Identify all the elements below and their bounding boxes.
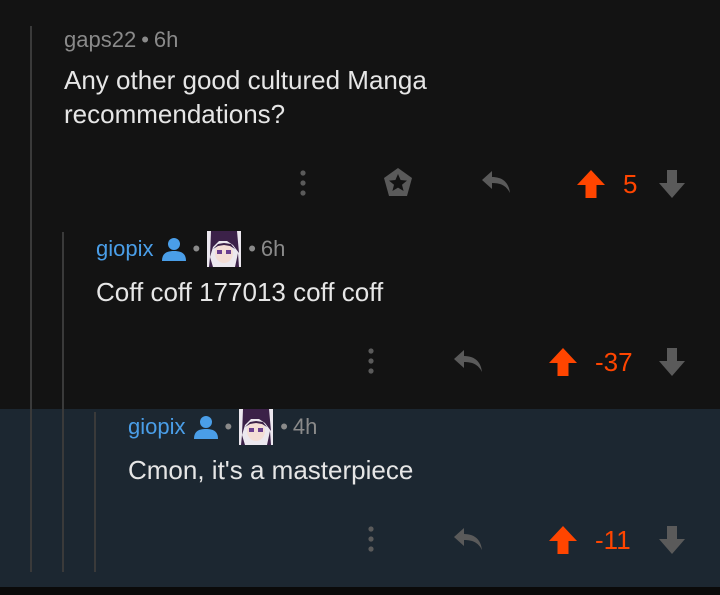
separator-dot: • — [192, 236, 201, 261]
award-icon[interactable] — [381, 166, 415, 200]
separator-dot: • — [280, 414, 288, 439]
separator-dot: • — [141, 27, 149, 52]
comment-body-line: recommendations? — [64, 99, 286, 129]
thread-line-level-1[interactable] — [30, 26, 32, 572]
reply-icon[interactable] — [480, 169, 512, 197]
comment-age: 6h — [153, 27, 179, 52]
username-link[interactable]: giopix — [96, 236, 153, 262]
comment-body: Coff coff 177013 coff coff — [96, 275, 383, 309]
downvote-arrow-icon[interactable] — [658, 525, 686, 555]
upvote-arrow-icon[interactable] — [548, 525, 578, 555]
thread-line-level-3[interactable] — [94, 412, 96, 572]
highlighted-comment-background — [0, 409, 720, 587]
reply-icon[interactable] — [452, 348, 484, 376]
more-vertical-icon[interactable] — [362, 346, 380, 378]
more-vertical-icon[interactable] — [294, 168, 312, 200]
flair-avatar-icon — [239, 409, 274, 445]
comment-body-line: Coff coff 177013 coff coff — [96, 277, 384, 307]
comment-body: Any other good cultured Manga recommenda… — [64, 63, 427, 131]
separator-dot: • — [224, 414, 233, 439]
username-link[interactable]: gaps22 — [64, 27, 136, 53]
comment-age: 6h — [260, 236, 286, 261]
reply-icon[interactable] — [452, 526, 484, 554]
score-label: -11 — [595, 525, 631, 555]
flair-avatar-icon — [207, 231, 242, 267]
upvote-arrow-icon[interactable] — [548, 347, 578, 377]
separator-dot: • — [248, 236, 256, 261]
username-link[interactable]: giopix — [128, 414, 185, 440]
comment-meta: giopix • • 4h — [128, 409, 317, 445]
thread-line-level-2[interactable] — [62, 232, 64, 572]
upvote-arrow-icon[interactable] — [576, 169, 606, 199]
more-vertical-icon[interactable] — [362, 524, 380, 556]
comment-meta: giopix • • 6h — [96, 231, 285, 267]
comment-age: 4h — [292, 414, 318, 439]
score-label: 5 — [623, 169, 638, 199]
score-label: -37 — [595, 347, 633, 377]
downvote-arrow-icon[interactable] — [658, 169, 686, 199]
bottom-bar — [0, 587, 720, 595]
downvote-arrow-icon[interactable] — [658, 347, 686, 377]
comment-body-line: Any other good cultured Manga — [64, 65, 427, 95]
comment-meta: gaps22 • 6h — [64, 27, 178, 53]
comment-thread: gaps22 • 6h Any other good cultured Mang… — [0, 0, 720, 595]
user-icon — [194, 416, 219, 439]
comment-body: Cmon, it's a masterpiece — [128, 453, 413, 487]
user-icon — [162, 238, 187, 261]
comment-body-line: Cmon, it's a masterpiece — [128, 455, 414, 485]
